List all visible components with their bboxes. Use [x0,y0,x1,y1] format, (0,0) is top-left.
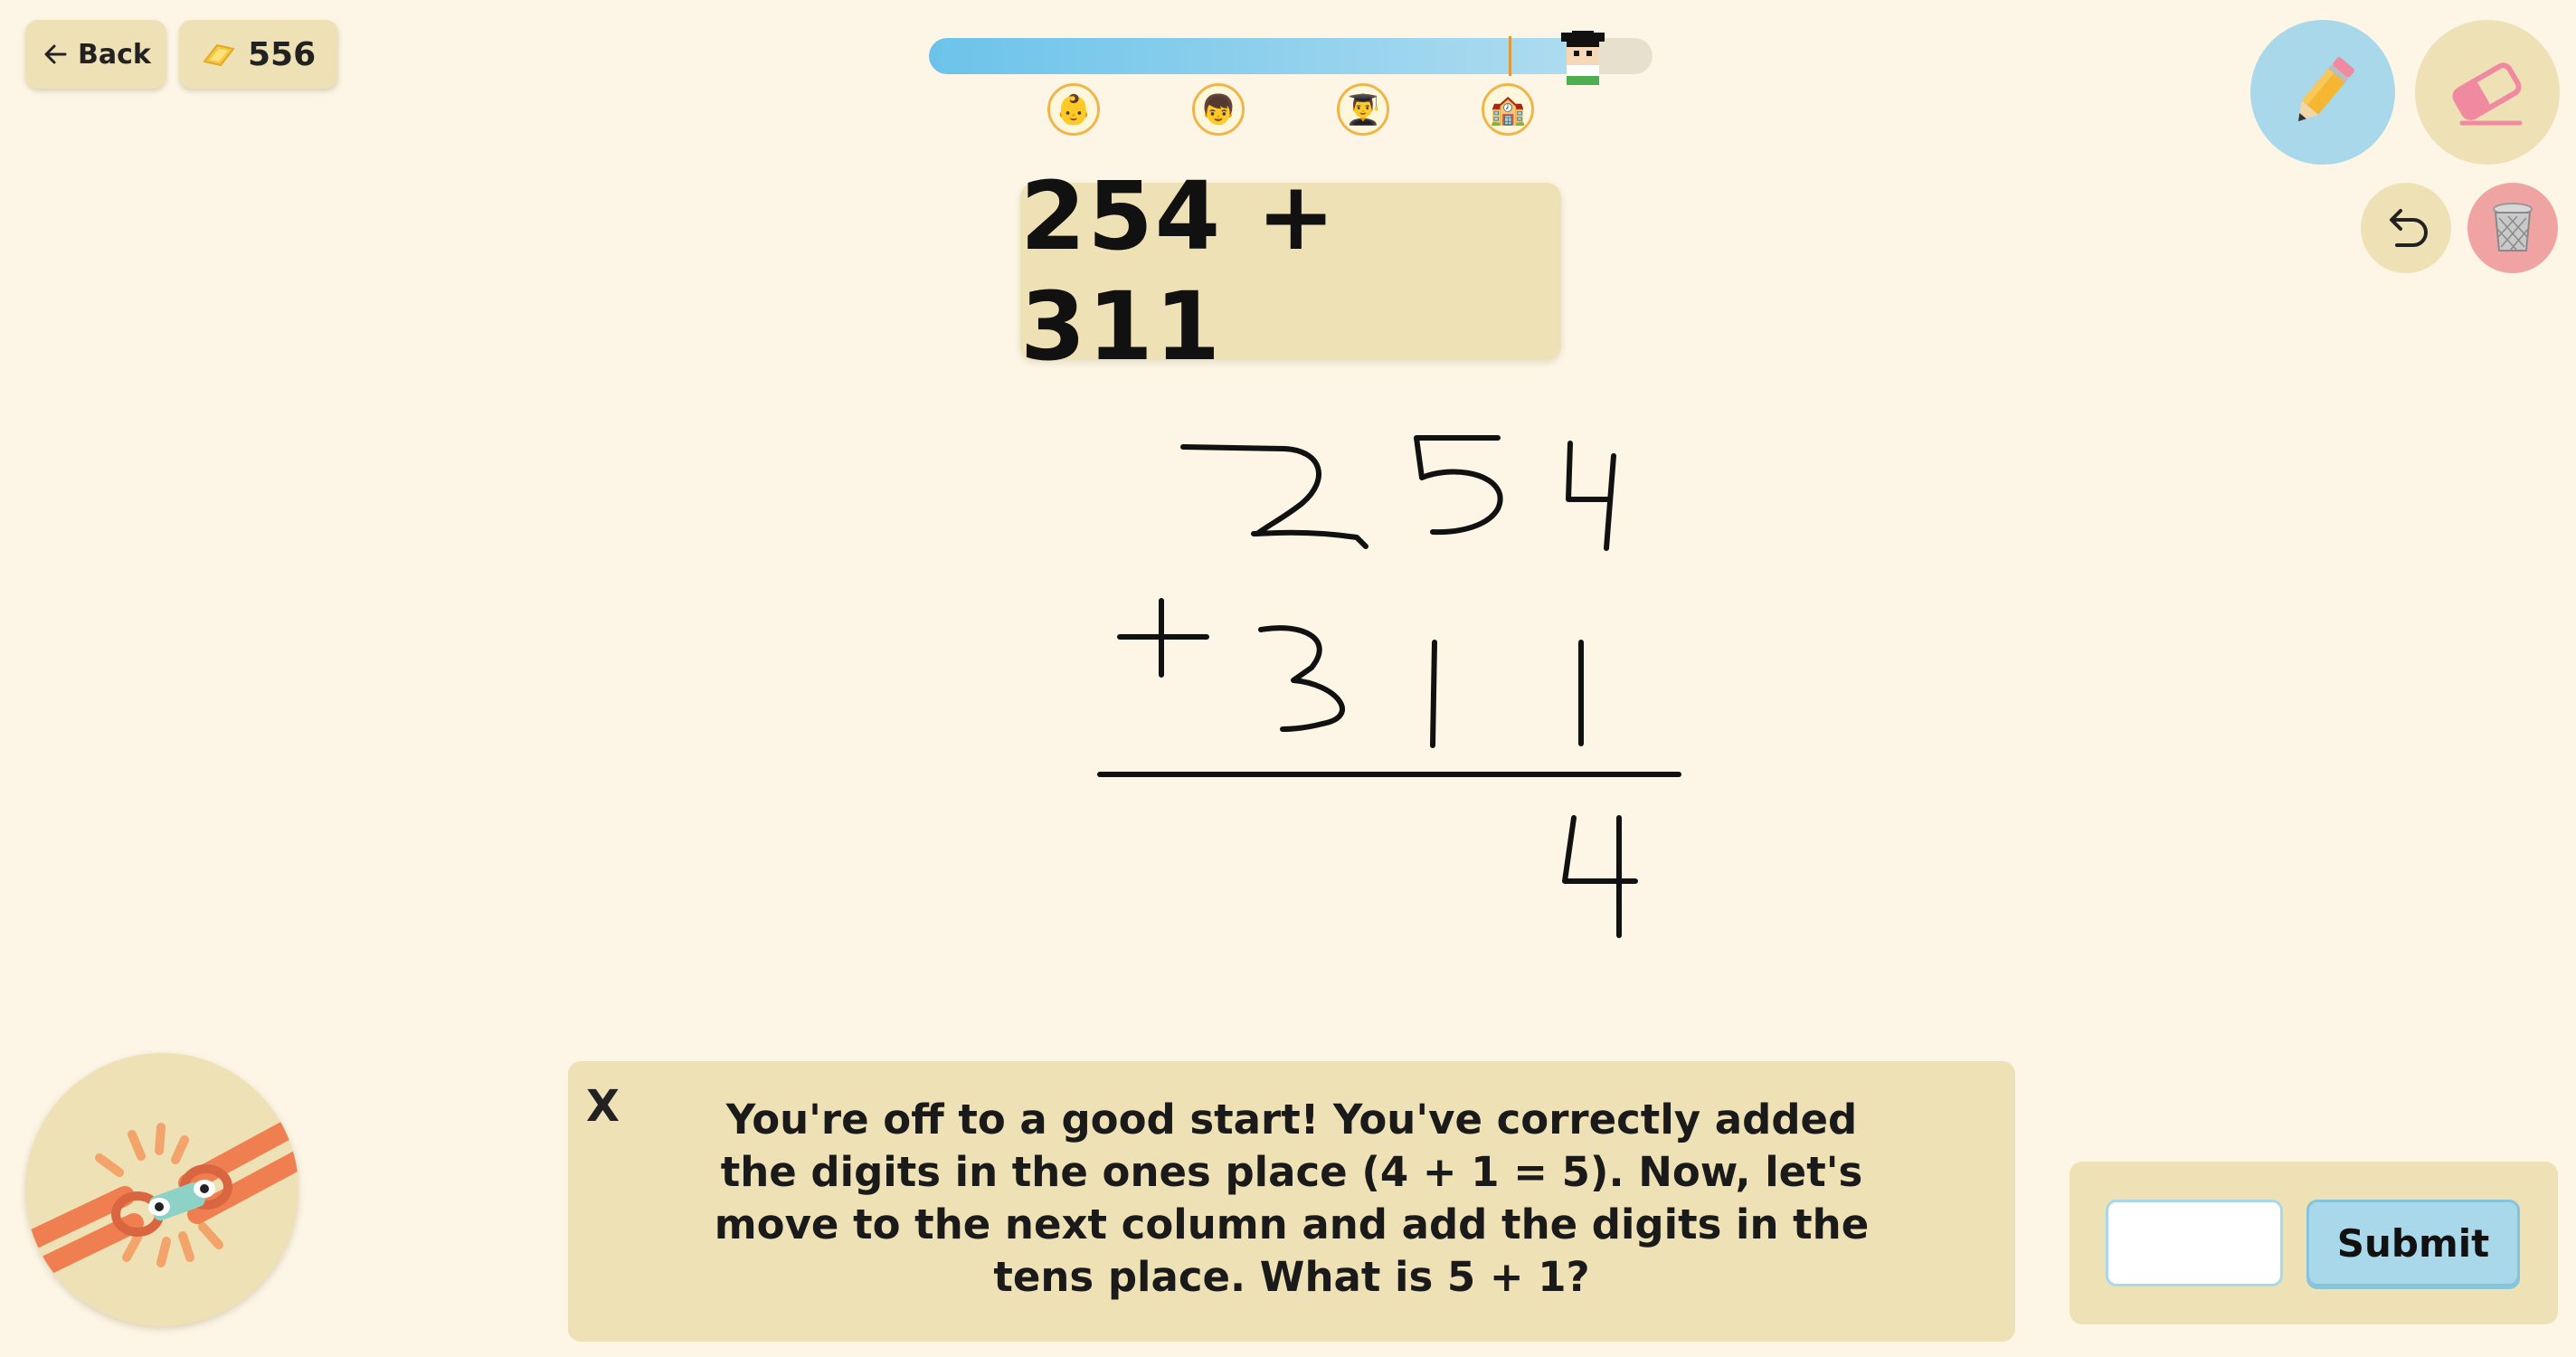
handwritten-plus [1117,598,1209,678]
progress-bar [929,38,1653,74]
arrow-left-icon [44,44,67,64]
milestone-baby-icon: 👶 [1047,83,1100,136]
back-label: Back [78,38,151,71]
undo-icon [2390,209,2428,247]
handwritten-digit-5 [1414,435,1503,536]
close-feedback-button[interactable]: X [586,1081,620,1132]
student-avatar-icon [1561,31,1605,85]
coin-count: 556 [248,35,317,73]
handwritten-digit-3 [1258,625,1345,732]
handwritten-digit-1a [1430,640,1437,748]
progress-fill [929,38,1580,74]
milestone-graduate-icon: 👨‍🎓 [1337,83,1389,136]
mascot-avatar [25,1053,298,1326]
handwritten-digit-4-answer [1562,815,1638,938]
undo-button[interactable] [2361,183,2451,273]
trash-icon [2493,203,2533,251]
handwritten-digit-2 [1180,444,1368,549]
progress-marker [1509,36,1511,76]
problem-expression: 254 + 311 [1020,161,1338,382]
milestone-child-icon: 👦 [1192,83,1245,136]
milestone-school-icon: 🏫 [1482,83,1534,136]
back-button[interactable]: Back [25,20,166,89]
feedback-panel: X You're off to a good start! You've cor… [568,1061,2015,1342]
eraser-icon [2452,62,2523,126]
clear-canvas-button[interactable] [2467,183,2558,273]
eraser-tool-button[interactable] [2415,20,2560,165]
answer-panel: Submit [2069,1162,2558,1324]
coin-icon [203,43,235,67]
feedback-message: You're off to a good start! You've corre… [714,1096,1870,1301]
pencil-icon [2298,57,2354,122]
pencil-tool-button[interactable] [2250,20,2395,165]
submit-button[interactable]: Submit [2306,1200,2520,1286]
broken-chain-mascot-icon [25,1114,298,1286]
handwritten-digit-4-top [1566,441,1616,551]
problem-card: 254 + 311 [1020,161,1561,382]
answer-input[interactable] [2106,1200,2283,1286]
whiteboard-screen: Back 556 👶 👦 👨‍🎓 🏫 254 + 311 [0,0,2576,1357]
coin-counter: 556 [179,20,338,89]
